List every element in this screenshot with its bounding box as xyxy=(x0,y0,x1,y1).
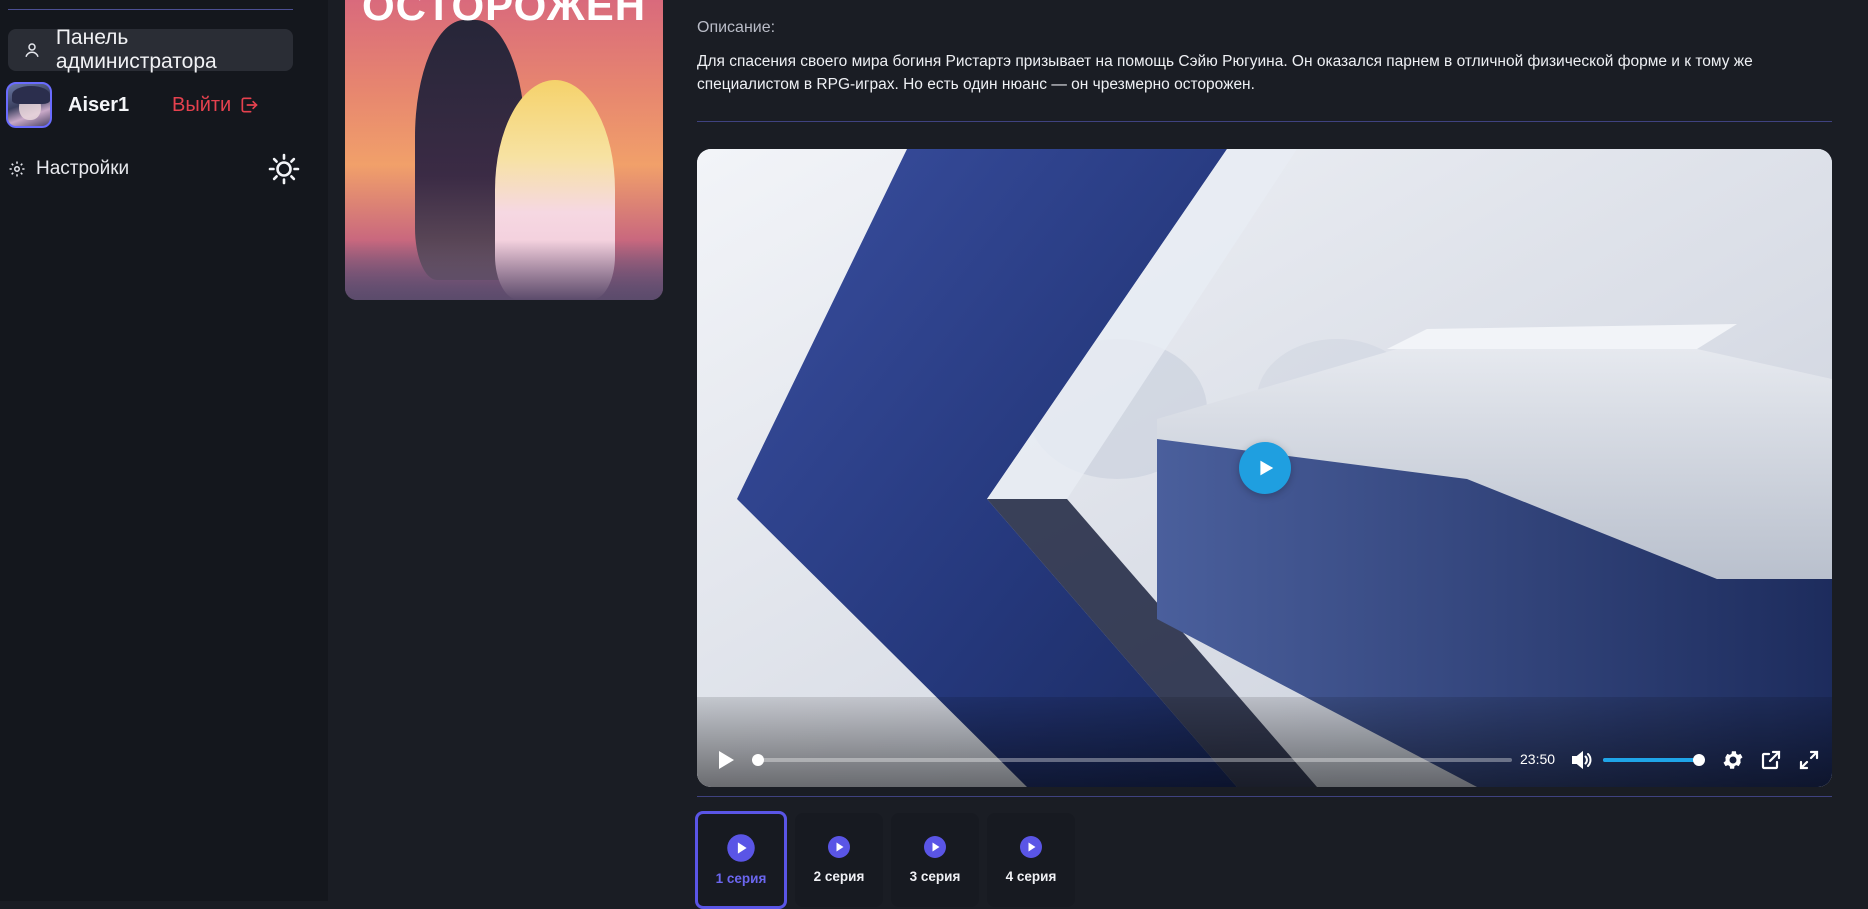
play-icon xyxy=(1260,460,1274,476)
play-circle-icon xyxy=(726,833,756,863)
volume-fill xyxy=(1603,758,1699,762)
episodes-divider xyxy=(697,796,1832,797)
sidebar-divider xyxy=(8,9,293,10)
admin-panel-button[interactable]: Панель администратора xyxy=(8,26,293,73)
duration-label: 23:50 xyxy=(1520,751,1556,767)
play-icon[interactable] xyxy=(713,748,737,772)
anime-poster: ОСТОРОЖЕН xyxy=(345,0,663,300)
logout-icon xyxy=(239,95,259,115)
episode-label: 3 серия xyxy=(909,869,961,884)
description-text: Для спасения своего мира богиня Ристартэ… xyxy=(697,53,1753,93)
play-circle-icon xyxy=(1019,835,1043,859)
progress-track xyxy=(752,758,1512,762)
description-divider xyxy=(697,121,1832,122)
fullscreen-icon[interactable] xyxy=(1797,748,1821,772)
logout-label: Выйти xyxy=(172,93,232,116)
poster-ground xyxy=(345,240,663,300)
episode-label: 1 серия xyxy=(715,871,767,886)
volume-slider[interactable] xyxy=(1603,754,1705,766)
description-label: Описание: xyxy=(697,19,776,36)
poster-title-text: ОСТОРОЖЕН xyxy=(361,0,647,29)
settings-link[interactable]: Настройки xyxy=(36,158,129,180)
theme-toggle-sun-icon[interactable] xyxy=(268,153,300,185)
big-play-button[interactable] xyxy=(1239,442,1291,494)
gear-icon xyxy=(8,160,26,178)
episode-item[interactable]: 3 серия xyxy=(891,813,979,907)
episode-item[interactable]: 2 серия xyxy=(795,813,883,907)
volume-thumb[interactable] xyxy=(1693,754,1705,766)
episode-item[interactable]: 1 серия xyxy=(695,811,787,909)
logout-button[interactable]: Выйти xyxy=(172,94,259,117)
player-controls: 23:50 xyxy=(697,697,1832,787)
settings-gear-icon[interactable] xyxy=(1721,748,1745,772)
user-icon xyxy=(22,40,42,60)
popout-icon[interactable] xyxy=(1759,748,1783,772)
video-player[interactable]: 23:50 xyxy=(697,149,1832,787)
user-row: Aiser1 Выйти xyxy=(6,82,296,128)
volume-icon[interactable] xyxy=(1569,748,1593,772)
settings-row: Настройки xyxy=(8,153,300,185)
episode-item[interactable]: 4 серия xyxy=(987,813,1075,907)
episode-label: 2 серия xyxy=(813,869,865,884)
sidebar: Панель администратора Aiser1 Выйти Настр… xyxy=(0,0,328,901)
play-circle-icon xyxy=(827,835,851,859)
progress-thumb[interactable] xyxy=(752,754,764,766)
episode-label: 4 серия xyxy=(1005,869,1057,884)
username: Aiser1 xyxy=(68,93,130,116)
play-circle-icon xyxy=(923,835,947,859)
avatar[interactable] xyxy=(6,82,52,128)
progress-bar[interactable] xyxy=(752,754,1512,766)
admin-panel-label: Панель администратора xyxy=(55,26,217,73)
episode-list: 1 серия 2 серия 3 серия 4 серия xyxy=(695,811,1075,909)
